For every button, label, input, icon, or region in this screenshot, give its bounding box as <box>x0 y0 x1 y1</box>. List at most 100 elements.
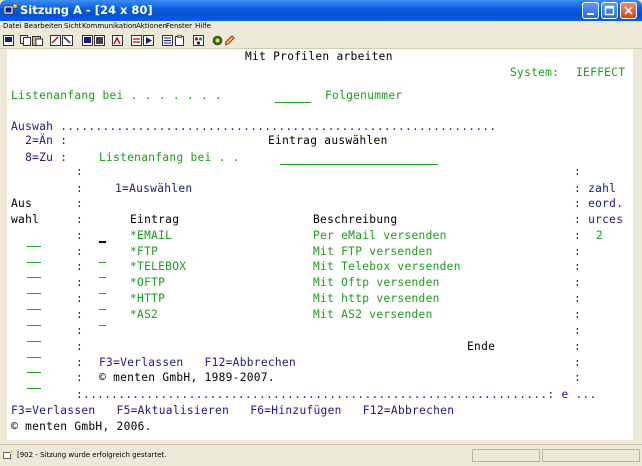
popup-border-left: : <box>76 324 84 337</box>
auswah-line: Auswah .................................… <box>11 120 497 133</box>
selection-field-4[interactable] <box>27 293 41 294</box>
pen-icon[interactable] <box>224 35 235 46</box>
status-message: [902 - Sitzung wurde erfolgreich gestart… <box>17 451 167 459</box>
col-entry-header: Eintrag <box>130 213 180 226</box>
right-col-zahl: : zahl <box>574 182 617 195</box>
entry-select-ftp[interactable] <box>99 262 106 263</box>
popup-border-left: : <box>76 308 84 321</box>
menu-hilfe[interactable]: Hilfe <box>195 22 211 30</box>
desc-ftp: Mit FTP versenden <box>313 245 433 258</box>
desc-email: Per eMail versenden <box>313 229 447 242</box>
selection-field-9[interactable] <box>27 372 41 373</box>
selection-field-5[interactable] <box>27 309 41 310</box>
receive-icon[interactable] <box>62 35 73 46</box>
popup-border-right: : <box>574 245 582 258</box>
selection-field-2[interactable] <box>27 262 41 263</box>
right-col-value: 2 <box>596 229 604 242</box>
entry-http: *HTTP <box>130 292 166 305</box>
copy-icon[interactable] <box>20 35 31 46</box>
display-icon[interactable] <box>82 35 93 46</box>
status-panel <box>542 449 640 462</box>
popup-border-left: : <box>76 229 84 242</box>
menu-datei[interactable]: Datei <box>3 22 22 30</box>
paste-icon[interactable] <box>32 35 43 46</box>
copyright: © menten GmbH, 2006. <box>11 420 152 433</box>
left-col-aus: Aus <box>11 197 33 210</box>
desc-telebox: Mit Telebox versenden <box>313 260 461 273</box>
popup-border-right: : <box>574 340 582 353</box>
desc-http: Mit http versenden <box>313 292 440 305</box>
play-macro-icon[interactable] <box>143 35 154 46</box>
settings-icon[interactable] <box>94 35 105 46</box>
entry-telebox: *TELEBOX <box>130 260 187 273</box>
popup-border-right: : <box>574 308 582 321</box>
popup-border-left: : <box>76 213 84 226</box>
title-bar[interactable]: Sitzung A - [24 x 80] <box>0 0 642 21</box>
option-8-label: 8=Zu : <box>11 151 68 164</box>
function-keys: F3=Verlassen F5=Aktualisieren F6=Hinzufü… <box>11 404 455 417</box>
popup-border-left: : <box>76 356 84 369</box>
entry-select-http[interactable] <box>99 309 106 310</box>
clipboard-icon[interactable] <box>174 35 185 46</box>
system-label: System: <box>510 66 560 79</box>
menu-fenster[interactable]: Fenster <box>166 22 192 30</box>
entry-select-telebox[interactable] <box>99 277 106 278</box>
entry-select-as2[interactable] <box>99 325 106 326</box>
popup-bottom-border: :.......................................… <box>76 388 597 401</box>
toolbar <box>0 33 642 49</box>
list-start-input[interactable] <box>275 102 311 103</box>
selection-field-10[interactable] <box>27 388 41 389</box>
entry-select-oftp[interactable] <box>99 293 106 294</box>
session-status-icon <box>3 451 14 459</box>
menu-aktionen[interactable]: Aktionen <box>136 22 167 30</box>
cursor <box>99 241 106 243</box>
popup-border-left: : <box>76 245 84 258</box>
selection-field-3[interactable] <box>27 277 41 278</box>
print-screen-icon[interactable] <box>3 35 14 46</box>
selection-field-8[interactable] <box>27 357 41 358</box>
right-col-urces: : urces <box>574 213 624 226</box>
status-panel <box>472 449 540 462</box>
entry-oftp: *OFTP <box>130 276 166 289</box>
popup-border-left: : <box>76 260 84 273</box>
list-start-label: Listenanfang bei . . . . . . . <box>11 89 223 102</box>
menu-bearbeiten[interactable]: Bearbeiten <box>24 22 62 30</box>
color-palette-icon[interactable] <box>193 35 204 46</box>
selection-field-1[interactable] <box>27 246 41 247</box>
terminal-screen[interactable]: Mit Profilen arbeiten System: IEFFECT Li… <box>7 49 633 440</box>
popup-border-left: : <box>76 182 84 195</box>
popup-end-label: Ende <box>467 340 496 353</box>
option-2-label: 2=Än : <box>11 134 68 147</box>
popup-list-start-input[interactable] <box>280 164 438 165</box>
menu-sicht[interactable]: Sicht <box>64 22 81 30</box>
popup-border-right: : <box>574 260 582 273</box>
popup-border-right: : <box>574 324 582 337</box>
theme-icon[interactable] <box>212 35 223 46</box>
selection-field-7[interactable] <box>27 341 41 342</box>
minimize-icon <box>587 13 594 15</box>
popup-border-right: : <box>574 165 582 178</box>
popup-option-hint: 1=Auswählen <box>115 182 193 195</box>
macro-list-icon[interactable] <box>162 35 173 46</box>
popup-border-left: : <box>76 276 84 289</box>
desc-as2: Mit AS2 versenden <box>313 308 433 321</box>
minimize-button[interactable] <box>582 2 599 19</box>
popup-border-left: : <box>76 371 84 384</box>
close-icon <box>624 6 633 15</box>
popup-border-left: : <box>76 165 84 178</box>
popup-copyright: © menten GmbH, 1989-2007. <box>99 371 275 384</box>
selection-field-6[interactable] <box>27 325 41 326</box>
stop-macro-icon[interactable] <box>131 35 142 46</box>
popup-border-right: : <box>574 356 582 369</box>
close-button[interactable] <box>620 2 637 19</box>
maximize-button[interactable] <box>601 2 618 19</box>
menu-kommunikation[interactable]: Kommunikation <box>82 22 137 30</box>
record-macro-icon[interactable] <box>112 35 123 46</box>
window-title: Sitzung A - [24 x 80] <box>20 3 153 17</box>
popup-border-right: : <box>574 371 582 384</box>
right-col-eord: : eord. <box>574 197 624 210</box>
send-icon[interactable] <box>50 35 61 46</box>
list-start-suffix: Folgenummer <box>325 89 403 102</box>
desc-oftp: Mit Oftp versenden <box>313 276 440 289</box>
left-col-wahl: wahl <box>11 213 40 226</box>
